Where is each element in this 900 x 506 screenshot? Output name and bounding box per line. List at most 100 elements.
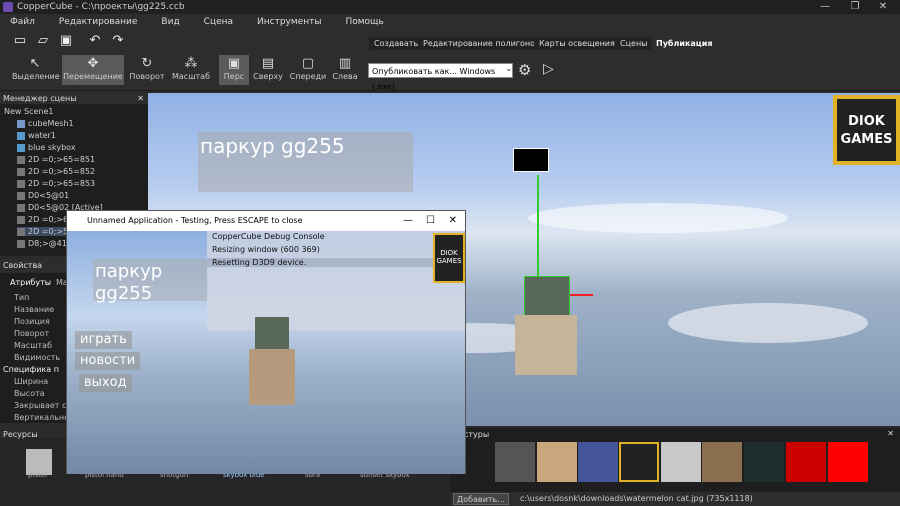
view-front[interactable]: ▢ Спереди [289, 55, 327, 85]
texture-thumb[interactable] [786, 442, 826, 482]
front-view-icon: ▢ [301, 56, 315, 71]
tree-item[interactable]: D0<5@01 [17, 191, 69, 200]
close-icon[interactable]: ✕ [449, 211, 457, 231]
gizmo-y-axis[interactable] [537, 175, 539, 285]
view-perspective[interactable]: ▣ Перс [219, 55, 249, 85]
texture-thumb[interactable] [619, 442, 659, 482]
tree-item[interactable]: 2D =0;>65=851 [17, 155, 95, 164]
minimize-button[interactable]: — [810, 0, 840, 14]
texture-thumb[interactable] [495, 442, 535, 482]
maximize-icon[interactable]: ☐ [426, 211, 435, 231]
view-front-label: Спереди [289, 72, 327, 81]
view-left[interactable]: ▥ Слева [331, 55, 359, 85]
close-button[interactable]: ✕ [868, 0, 898, 14]
watermelon-cube[interactable] [255, 317, 289, 351]
perspective-icon: ▣ [227, 56, 241, 71]
menu-file[interactable]: Файл [10, 17, 35, 27]
tool-move[interactable]: ✥ Перемещение [62, 55, 124, 85]
status-bar: Добавить... c:\users\dosnk\downloads\wat… [450, 492, 900, 506]
tree-item[interactable]: cubeMesh1 [17, 119, 74, 128]
tree-item[interactable]: 2D =0;>65=853 [17, 179, 95, 188]
tool-move-label: Перемещение [63, 72, 123, 81]
prop-label: Позиция [14, 317, 50, 326]
tree-item[interactable]: 2D =0;>65=852 [17, 167, 95, 176]
prop-label: Масштаб [14, 341, 53, 350]
texture-thumb[interactable] [537, 442, 577, 482]
texture-thumb[interactable] [744, 442, 784, 482]
tree-item[interactable]: water1 [17, 131, 56, 140]
chevron-down-icon[interactable]: ⌄ [505, 64, 513, 74]
tree-item[interactable]: 2D =0;>65 [17, 215, 73, 224]
texture-thumb[interactable] [702, 442, 742, 482]
menu-tools[interactable]: Инструменты [257, 17, 321, 27]
view-top[interactable]: ▤ Сверху [253, 55, 283, 85]
tool-select-label: Выделение [12, 72, 60, 81]
menu-edit[interactable]: Редактирование [59, 17, 138, 27]
menu-scene[interactable]: Сцена [204, 17, 233, 27]
open-folder-icon[interactable]: ▱ [36, 34, 50, 48]
tab-lightmaps[interactable]: Карты освещения [534, 37, 620, 50]
test-app-title: Unnamed Application - Testing, Press ESC… [87, 216, 303, 225]
prop-label: Вертикально [14, 413, 70, 422]
menu-help[interactable]: Помощь [345, 17, 383, 27]
cat-cube[interactable] [515, 315, 577, 375]
console-line: Resizing window (600 369) [212, 245, 320, 254]
console-line: CopperCube Debug Console [212, 232, 325, 241]
tool-rotate[interactable]: ↻ Поворот [127, 55, 167, 85]
gear-icon[interactable]: ⚙ [518, 61, 531, 79]
debug-console: CopperCube Debug Console Resizing window… [207, 231, 465, 331]
menu-view[interactable]: Вид [161, 17, 179, 27]
tab-polygon-edit[interactable]: Редактирование полигонов [418, 37, 545, 50]
texture-path: c:\users\dosnk\downloads\watermelon cat.… [520, 494, 753, 503]
properties-title: Свойства [3, 261, 43, 270]
tool-select[interactable]: ↖ Выделение [12, 55, 60, 85]
redo-icon[interactable]: ↷ [111, 34, 125, 48]
tool-rotate-label: Поворот [129, 72, 165, 81]
rotate-icon: ↻ [141, 56, 153, 71]
prop-section[interactable]: Специфика п [3, 365, 59, 374]
tool-scale[interactable]: ⁂ Масштаб [170, 55, 212, 85]
news-button[interactable]: новости [75, 352, 141, 370]
prop-label: Видимость [14, 353, 61, 362]
tree-item[interactable]: blue skybox [17, 143, 76, 152]
add-texture-button[interactable]: Добавить... [453, 493, 509, 505]
play-icon[interactable]: ▷ [543, 61, 554, 77]
tree-item[interactable]: D8;>@41 [17, 239, 67, 248]
watermelon-cube[interactable] [524, 276, 570, 320]
prop-label: Поворот [14, 329, 50, 338]
scale-icon: ⁂ [184, 56, 198, 71]
view-left-label: Слева [332, 72, 358, 81]
textures-title: стуры [464, 430, 490, 439]
menu-bar: Файл Редактирование Вид Сцена Инструмент… [0, 14, 900, 29]
prop-label: Название [14, 305, 55, 314]
tree-item[interactable]: 2D =0;>55 [17, 227, 74, 236]
minimize-icon[interactable]: — [403, 211, 413, 231]
save-icon[interactable]: ▣ [59, 34, 73, 48]
undo-icon[interactable]: ↶ [88, 34, 102, 48]
prop-label: Ширина [14, 377, 49, 386]
test-app-titlebar: Unnamed Application - Testing, Press ESC… [67, 211, 465, 231]
test-app-window[interactable]: Unnamed Application - Testing, Press ESC… [66, 210, 466, 474]
texture-thumb[interactable] [578, 442, 618, 482]
tool-scale-label: Масштаб [171, 72, 211, 81]
close-icon[interactable]: ✕ [887, 429, 894, 438]
test-app-viewport[interactable]: паркур gg255 CopperCube Debug Console Re… [67, 231, 465, 474]
test-app-title-overlay: паркур gg255 [93, 259, 208, 304]
camera-icon[interactable] [513, 148, 549, 172]
texture-thumb[interactable] [661, 442, 701, 482]
tree-item[interactable]: New Scene1 [4, 107, 53, 116]
texture-thumb[interactable] [828, 442, 868, 482]
tab-scenes[interactable]: Сцены [615, 37, 653, 50]
tab-create[interactable]: Создавать [369, 37, 424, 50]
exit-button[interactable]: выход [79, 374, 132, 392]
cat-cube[interactable] [249, 349, 295, 405]
scene-manager-title: Менеджер сцены [3, 94, 77, 103]
play-button[interactable]: играть [75, 331, 132, 349]
window-title: CopperCube - C:\проекты\gg225.ccb [17, 2, 185, 12]
maximize-button[interactable]: ❐ [840, 0, 870, 14]
publish-target-select[interactable]: Опубликовать как... Windows (.exe) [368, 63, 513, 91]
tab-attributes[interactable]: Атрибуты [10, 278, 51, 287]
resource-label: pistol [28, 471, 48, 479]
new-file-icon[interactable]: ▭ [13, 34, 27, 48]
tab-publish[interactable]: Публикация [651, 37, 718, 50]
